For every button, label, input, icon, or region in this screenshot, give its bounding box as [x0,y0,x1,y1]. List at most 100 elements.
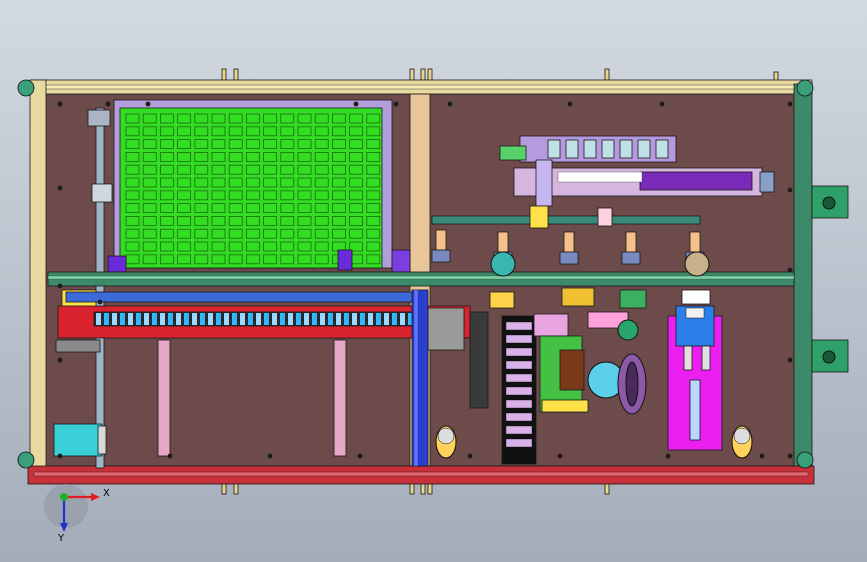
mount-hole [822,196,836,210]
mounting-bolt [57,357,63,363]
cad-viewport[interactable]: X Y [0,0,867,562]
drag-chain-link [505,373,533,383]
mounting-bolt [787,267,793,273]
belt-tooth [264,313,269,325]
mechanism-top-block [561,287,595,307]
cylinder-cap [499,145,527,161]
mounting-bolt [97,299,103,305]
dispense-head [689,231,701,253]
belt-tooth [240,313,245,325]
axis-end-block [55,339,101,353]
mount-hole [822,350,836,364]
dispense-head [625,231,637,253]
dispense-nozzle [621,251,641,265]
guide-block [87,109,111,127]
belt-tooth [392,313,397,325]
inspection-rail [701,345,711,371]
belt-tooth [296,313,301,325]
mounting-bolt [167,453,173,459]
belt-tooth [344,313,349,325]
belt-tooth [352,313,357,325]
dispense-head [497,231,509,253]
belt-tooth [384,313,389,325]
belt-tooth [184,313,189,325]
mounting-bolt [357,453,363,459]
tray-clamp-left [107,255,127,273]
cylinder-end [759,171,775,193]
head-bracket [597,207,613,227]
blue-strip [65,291,417,303]
belt-tooth [272,313,277,325]
conveyor-edge [413,289,419,467]
belt-tooth [256,313,261,325]
small-gear [617,319,639,341]
mechanism-plate [533,313,569,337]
mounting-bolt [787,187,793,193]
left-frame-post [29,79,47,471]
belt-tooth [248,313,253,325]
support-rod-left [157,339,171,457]
mounting-bolt [787,453,793,459]
belt-tooth [360,313,365,325]
tray-clamp-right [337,249,353,271]
foot-pad-top [437,427,455,445]
mounting-bolt [353,101,359,107]
drag-chain-link [505,347,533,357]
drag-chain-link [505,386,533,396]
belt-tooth [192,313,197,325]
dispense-roller [684,251,710,277]
cylinder-highlight [557,171,643,183]
top-frame-highlight [35,84,807,90]
tray-grid [119,107,383,269]
belt-tooth [128,313,133,325]
frame-stud [420,68,426,82]
camera-lens [685,307,705,319]
belt-tooth [104,313,109,325]
dispense-nozzle [559,251,579,265]
belt-tooth [304,313,309,325]
belt-tooth [200,313,205,325]
mechanism-base [541,399,589,413]
guide-block [91,183,113,203]
mounting-bolt [787,101,793,107]
drag-chain-link [505,321,533,331]
drag-chain-link [505,438,533,448]
belt-tooth [168,313,173,325]
drag-chain-link [505,425,533,435]
belt-tooth [312,313,317,325]
dispense-nozzle [431,249,451,263]
tray-clamp-side [391,249,411,273]
support-rod-right [333,339,347,457]
mounting-bolt [665,453,671,459]
carriage-window [565,139,579,159]
drag-chain-link [505,412,533,422]
belt-tooth [328,313,333,325]
corner-cap [17,79,35,97]
belt-tooth [400,313,405,325]
heads-rail [431,215,701,225]
belt-tooth [96,313,101,325]
cylinder-mount [535,159,553,207]
belt-tooth [376,313,381,325]
inspection-cover [681,289,711,305]
mounting-bolt [57,453,63,459]
belt-tooth [216,313,221,325]
dispense-roller [490,251,516,277]
corner-cap [796,79,814,97]
triad-origin [60,493,68,501]
mechanism-brown-part [559,349,585,391]
frame-stud [604,68,610,82]
frame-stud [221,68,227,82]
belt-tooth [280,313,285,325]
drag-chain-link [505,334,533,344]
mounting-bolt [787,357,793,363]
left-module-cap [97,425,107,455]
main-rail-highlight [47,275,795,280]
coordinate-triad: X Y [44,484,110,544]
carriage-window [547,139,561,159]
mounting-bolt [759,453,765,459]
belt-tooth [136,313,141,325]
head-bracket [529,205,549,229]
belt-tooth [288,313,293,325]
carriage-window [637,139,651,159]
